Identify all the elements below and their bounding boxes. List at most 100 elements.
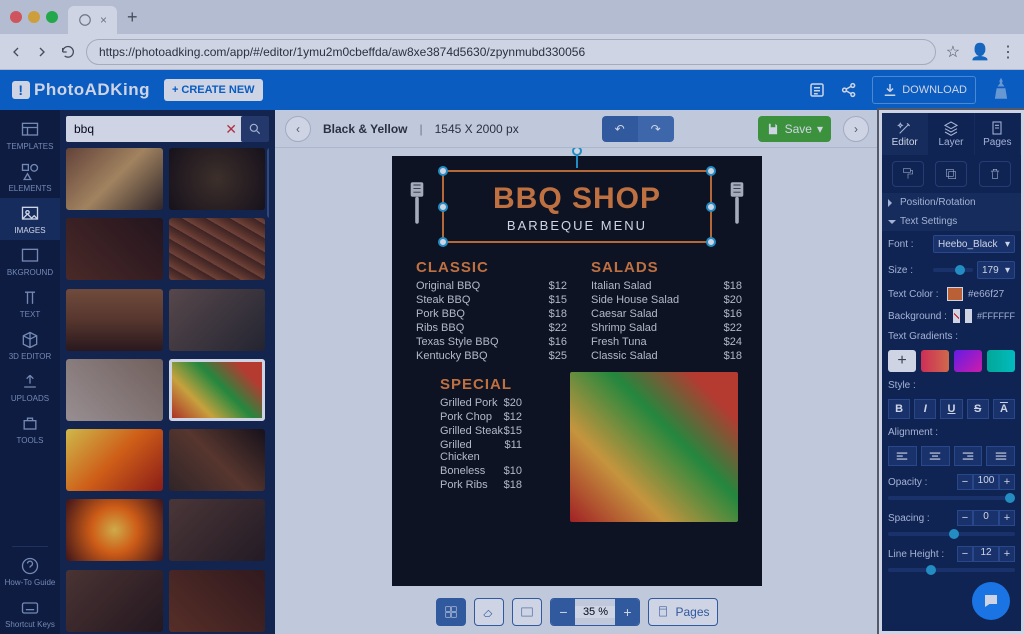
prev-page-button[interactable]: ‹ xyxy=(285,116,311,142)
spacing-value[interactable]: 0 xyxy=(973,510,999,526)
image-thumb[interactable] xyxy=(169,289,266,351)
image-thumb[interactable] xyxy=(66,289,163,351)
address-bar[interactable]: https://photoadking.com/app/#/editor/1ym… xyxy=(86,39,936,65)
rail-shortcuts[interactable]: Shortcut Keys xyxy=(0,592,60,634)
lineheight-slider[interactable] xyxy=(888,568,1015,572)
tab-close-icon[interactable]: × xyxy=(100,13,107,27)
menu-item[interactable]: Grilled Chicken$11 xyxy=(440,439,522,463)
forward-icon[interactable] xyxy=(34,44,50,60)
resize-handle[interactable] xyxy=(706,166,716,176)
spacing-plus[interactable]: + xyxy=(999,510,1015,526)
rail-elements[interactable]: ELEMENTS xyxy=(0,156,60,198)
italic-button[interactable]: I xyxy=(914,399,936,419)
image-thumb[interactable] xyxy=(169,218,266,280)
rail-background[interactable]: BKGROUND xyxy=(0,240,60,282)
grid-toggle-button[interactable] xyxy=(436,598,466,626)
menu-item[interactable]: Kentucky BBQ$25 xyxy=(416,350,567,362)
bookmark-icon[interactable]: ☆ xyxy=(946,42,960,62)
size-value-box[interactable]: 179▾ xyxy=(977,261,1015,279)
chat-fab[interactable] xyxy=(972,582,1010,620)
underline-button[interactable]: U xyxy=(940,399,962,419)
rail-3d-editor[interactable]: 3D EDITOR xyxy=(0,324,60,366)
gradient-preset[interactable] xyxy=(987,350,1015,372)
menu-item[interactable]: Italian Salad$18 xyxy=(591,280,742,292)
bg-swatch[interactable] xyxy=(965,309,972,323)
caps-button[interactable]: A xyxy=(993,399,1015,419)
account-avatar-icon[interactable] xyxy=(990,76,1012,104)
menu-item[interactable]: Ribs BBQ$22 xyxy=(416,322,567,334)
image-thumb[interactable] xyxy=(169,148,266,210)
reload-icon[interactable] xyxy=(60,44,76,60)
section-position-rotation[interactable]: Position/Rotation xyxy=(882,193,1021,212)
image-thumb[interactable] xyxy=(66,148,163,210)
image-thumb[interactable] xyxy=(66,570,163,632)
resize-handle[interactable] xyxy=(438,237,448,247)
menu-item[interactable]: Fresh Tuna$24 xyxy=(591,336,742,348)
back-icon[interactable] xyxy=(8,44,24,60)
rotate-handle[interactable] xyxy=(572,148,582,156)
menu-item[interactable]: Side House Salad$20 xyxy=(591,294,742,306)
next-page-button[interactable]: › xyxy=(843,116,869,142)
format-painter-button[interactable] xyxy=(892,161,924,187)
rail-uploads[interactable]: UPLOADS xyxy=(0,366,60,408)
spacing-minus[interactable]: − xyxy=(957,510,973,526)
zoom-out-button[interactable]: − xyxy=(551,598,575,626)
redo-button[interactable]: ↷ xyxy=(638,116,674,142)
search-button[interactable] xyxy=(241,116,269,142)
image-thumb[interactable] xyxy=(66,218,163,280)
section-heading[interactable]: SALADS xyxy=(591,259,742,276)
opacity-minus[interactable]: − xyxy=(957,474,973,490)
image-search-input[interactable] xyxy=(66,116,245,142)
lineheight-plus[interactable]: + xyxy=(999,546,1015,562)
font-select[interactable]: Heebo_Black▾ xyxy=(933,235,1015,253)
align-right-button[interactable] xyxy=(954,446,983,466)
menu-item[interactable]: Original BBQ$12 xyxy=(416,280,567,292)
tab-editor[interactable]: Editor xyxy=(882,113,928,155)
resize-handle[interactable] xyxy=(706,237,716,247)
rail-how-to[interactable]: How-To Guide xyxy=(0,550,60,592)
image-thumb[interactable] xyxy=(66,429,163,491)
menu-title[interactable]: BBQ SHOP xyxy=(450,182,704,216)
menu-item[interactable]: Classic Salad$18 xyxy=(591,350,742,362)
textcolor-swatch[interactable] xyxy=(947,287,963,301)
create-new-button[interactable]: + CREATE NEW xyxy=(164,79,263,101)
browser-menu-icon[interactable]: ⋮ xyxy=(1000,42,1016,62)
image-thumb[interactable] xyxy=(169,499,266,561)
menu-image[interactable] xyxy=(570,372,738,522)
menu-item[interactable]: Grilled Steak$15 xyxy=(440,425,522,437)
menu-item[interactable]: Pork BBQ$18 xyxy=(416,308,567,320)
design-canvas[interactable]: BBQ SHOP BARBEQUE MENU CLASSIC Original … xyxy=(392,156,762,586)
zoom-in-button[interactable]: + xyxy=(615,598,639,626)
opacity-value[interactable]: 100 xyxy=(973,474,999,490)
rail-images[interactable]: IMAGES xyxy=(0,198,60,240)
opacity-slider[interactable] xyxy=(888,496,1015,500)
gradient-preset[interactable] xyxy=(954,350,982,372)
duplicate-button[interactable] xyxy=(935,161,967,187)
canvas-viewport[interactable]: BBQ SHOP BARBEQUE MENU CLASSIC Original … xyxy=(275,148,879,590)
size-slider[interactable] xyxy=(933,268,973,272)
resize-handle[interactable] xyxy=(706,202,716,212)
lineheight-value[interactable]: 12 xyxy=(973,546,999,562)
menu-item[interactable]: Pork Chop$12 xyxy=(440,411,522,423)
menu-subtitle[interactable]: BARBEQUE MENU xyxy=(450,218,704,233)
menu-item[interactable]: Grilled Pork$20 xyxy=(440,397,522,409)
new-tab-button[interactable]: + xyxy=(127,7,138,28)
section-heading[interactable]: CLASSIC xyxy=(416,259,567,276)
menu-item[interactable]: Caesar Salad$16 xyxy=(591,308,742,320)
selected-text-element[interactable]: BBQ SHOP BARBEQUE MENU xyxy=(442,170,712,243)
image-thumb[interactable] xyxy=(169,570,266,632)
news-icon[interactable] xyxy=(808,81,826,99)
rail-tools[interactable]: TOOLS xyxy=(0,408,60,450)
bg-none-swatch[interactable] xyxy=(953,309,960,323)
image-thumb[interactable] xyxy=(66,359,163,421)
gradient-preset[interactable] xyxy=(921,350,949,372)
section-text-settings[interactable]: Text Settings xyxy=(882,212,1021,231)
bold-button[interactable]: B xyxy=(888,399,910,419)
download-button[interactable]: DOWNLOAD xyxy=(872,76,976,104)
lineheight-minus[interactable]: − xyxy=(957,546,973,562)
window-maximize[interactable] xyxy=(46,11,58,23)
menu-item[interactable]: Boneless$10 xyxy=(440,465,522,477)
align-justify-button[interactable] xyxy=(986,446,1015,466)
tab-pages[interactable]: Pages xyxy=(975,113,1021,155)
align-center-button[interactable] xyxy=(921,446,950,466)
